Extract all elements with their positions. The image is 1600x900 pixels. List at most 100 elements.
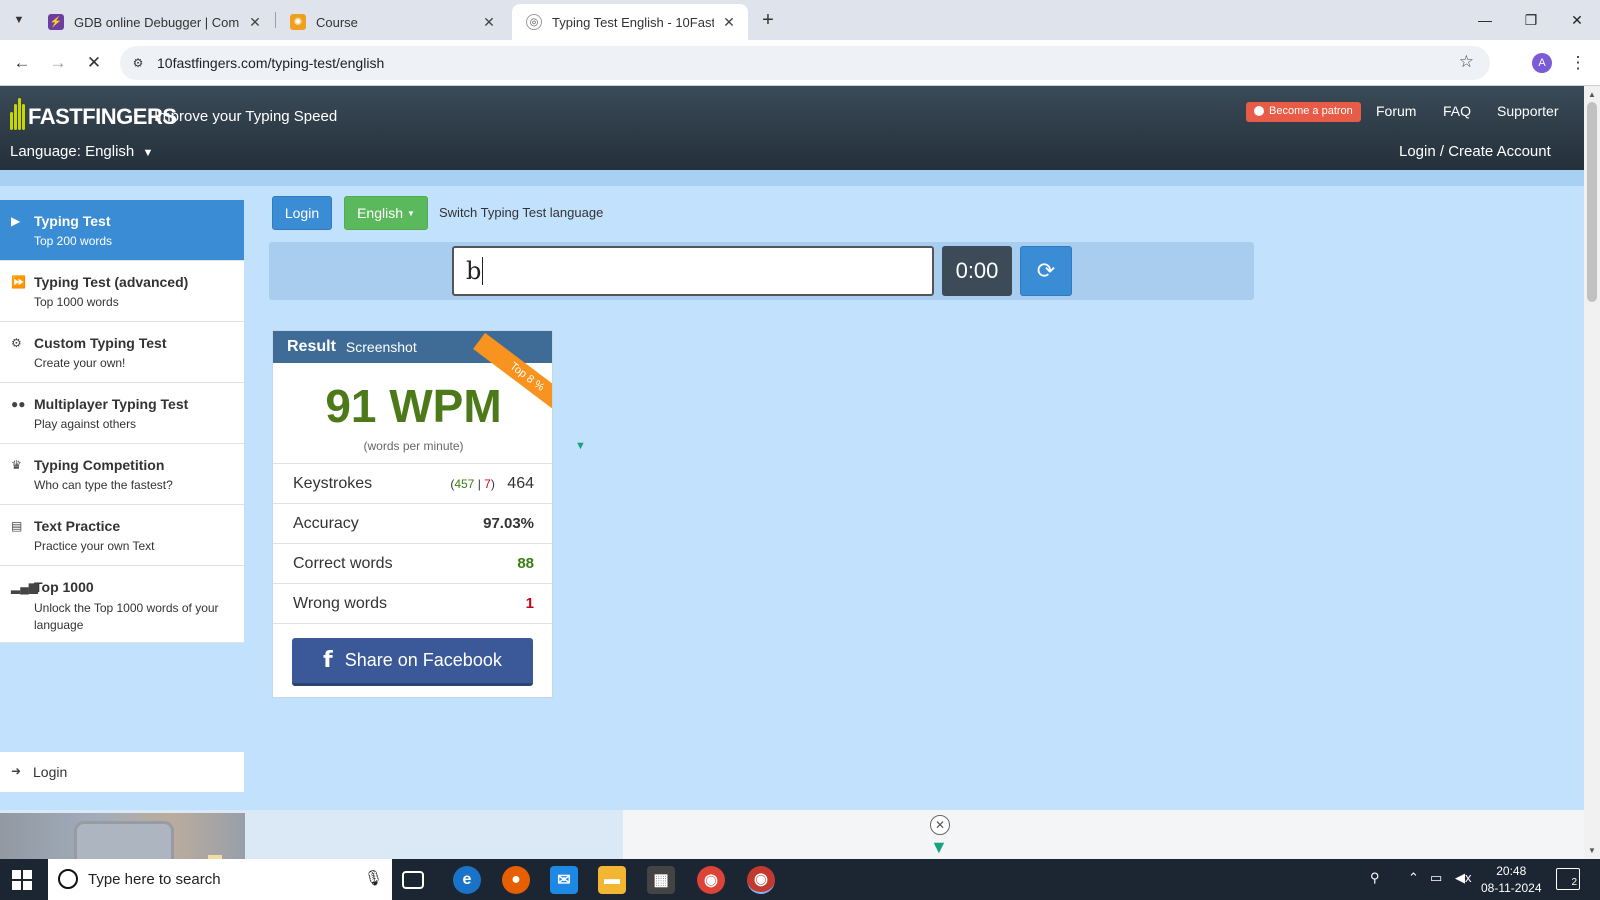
nav-faq[interactable]: FAQ bbox=[1443, 103, 1471, 119]
typing-input[interactable]: b bbox=[452, 246, 934, 296]
bookmark-star-icon[interactable]: ☆ bbox=[1459, 52, 1474, 72]
keystrokes-detail: (457 | 7) bbox=[450, 476, 495, 491]
sidebar-item-title: Typing Competition bbox=[34, 457, 165, 473]
ad-banner[interactable] bbox=[623, 810, 1584, 859]
task-view-icon[interactable] bbox=[402, 871, 424, 889]
typed-text: b bbox=[466, 257, 482, 285]
close-icon[interactable]: ✕ bbox=[480, 13, 498, 31]
trophy-icon: ♛ bbox=[11, 458, 22, 472]
network-icon[interactable]: ▭ bbox=[1430, 870, 1442, 886]
sidebar-item-title: Top 1000 bbox=[34, 579, 94, 595]
sign-in-icon: ➜ bbox=[11, 764, 22, 778]
volume-muted-icon[interactable]: ◀x bbox=[1455, 870, 1472, 886]
sidebar-item-custom-typing-test[interactable]: ⚙ Custom Typing Test Create your own! bbox=[0, 322, 244, 383]
keystrokes-row: Keystrokes (457 | 7) 464 bbox=[273, 463, 552, 503]
browser-tab-course[interactable]: ✺ Course ✕ bbox=[276, 4, 508, 40]
accuracy-value: 97.03% bbox=[483, 515, 534, 532]
nav-supporter[interactable]: Supporter bbox=[1497, 103, 1558, 119]
keystrokes-values: (457 | 7) 464 bbox=[450, 475, 534, 493]
sidebar-item-typing-competition[interactable]: ♛ Typing Competition Who can type the fa… bbox=[0, 444, 244, 505]
sidebar-login-label: Login bbox=[33, 764, 68, 780]
result-divider bbox=[273, 623, 552, 624]
url-text[interactable]: 10fastfingers.com/typing-test/english bbox=[157, 55, 384, 71]
restore-icon[interactable]: ❐ bbox=[1508, 6, 1554, 34]
forward-arrow-icon[interactable]: → bbox=[46, 51, 70, 75]
tab-search-chevron-icon[interactable]: ▼ bbox=[8, 9, 30, 31]
language-selector[interactable]: Language: English ▼ bbox=[10, 143, 153, 160]
taskbar-search-box[interactable]: Type here to search 🎙 bbox=[48, 859, 392, 900]
browser-menu-icon[interactable]: ⋮ bbox=[1568, 51, 1588, 75]
fast-forward-icon: ⏩ bbox=[11, 275, 26, 289]
course-icon: ✺ bbox=[290, 14, 306, 30]
new-tab-button[interactable]: + bbox=[756, 8, 780, 32]
sidebar-item-multiplayer[interactable]: ●● Multiplayer Typing Test Play against … bbox=[0, 383, 244, 444]
file-explorer-icon[interactable]: ▬ bbox=[598, 866, 626, 894]
minimize-icon[interactable]: — bbox=[1462, 6, 1508, 34]
chevron-up-icon[interactable]: ⌃ bbox=[1408, 870, 1419, 886]
sidebar-item-text-practice[interactable]: ▤ Text Practice Practice your own Text bbox=[0, 505, 244, 566]
wrong-words-row: Wrong words 1 bbox=[273, 583, 552, 623]
sidebar-item-subtitle: Who can type the fastest? bbox=[34, 478, 173, 492]
scroll-thumb[interactable] bbox=[1587, 102, 1597, 302]
microphone-icon[interactable]: 🎙 bbox=[364, 869, 383, 887]
document-icon: ▤ bbox=[11, 519, 23, 533]
site-logo[interactable]: FASTFINGERS bbox=[10, 90, 177, 130]
keystrokes-separator: | bbox=[474, 476, 485, 491]
ad-brand-icon: ▼ bbox=[930, 837, 948, 857]
chrome-profile-icon[interactable]: ◉ bbox=[747, 866, 775, 894]
site-info-icon[interactable]: ⚙ bbox=[126, 51, 150, 75]
bottom-ad-strip bbox=[0, 810, 1584, 859]
profile-avatar[interactable]: A bbox=[1532, 53, 1552, 73]
sidebar-nav: ▶ Typing Test Top 200 words ⏩ Typing Tes… bbox=[0, 200, 244, 643]
edge-icon[interactable]: e bbox=[453, 866, 481, 894]
sidebar-item-title: Typing Test bbox=[34, 213, 111, 229]
chrome-icon[interactable]: ◉ bbox=[697, 866, 725, 894]
close-icon[interactable]: ✕ bbox=[246, 13, 264, 31]
become-patron-button[interactable]: Become a patron bbox=[1246, 102, 1361, 122]
address-bar[interactable]: ⚙ 10fastfingers.com/typing-test/english … bbox=[120, 46, 1490, 80]
browser-tab-typing-test[interactable]: ◎ Typing Test English - 10FastFing ✕ bbox=[512, 4, 748, 40]
mail-icon[interactable]: ✉ bbox=[550, 866, 578, 894]
signal-icon: ▂▄▆ bbox=[11, 580, 38, 594]
sidebar-item-typing-test[interactable]: ▶ Typing Test Top 200 words bbox=[0, 200, 244, 261]
refresh-icon[interactable]: ⟳ bbox=[1020, 246, 1072, 296]
switch-language-text: Switch Typing Test language bbox=[439, 205, 604, 220]
browser-tab-strip: ▼ ⚡ GDB online Debugger | Compile ✕ ✺ Co… bbox=[0, 0, 1600, 40]
notification-center-icon[interactable]: 2 bbox=[1556, 868, 1580, 890]
login-create-account-link[interactable]: Login / Create Account bbox=[1399, 143, 1551, 160]
ad-close-icon[interactable]: ✕ bbox=[930, 815, 950, 835]
close-window-icon[interactable]: ✕ bbox=[1554, 6, 1600, 34]
accuracy-label: Accuracy bbox=[293, 514, 359, 532]
tab-title: GDB online Debugger | Compile bbox=[74, 14, 240, 30]
tab-title: Typing Test English - 10FastFing bbox=[552, 14, 714, 30]
sidebar-item-title: Custom Typing Test bbox=[34, 335, 167, 351]
sidebar-login[interactable]: ➜ Login bbox=[0, 752, 244, 792]
facebook-icon: f bbox=[323, 648, 333, 673]
scroll-up-arrow-icon[interactable]: ▲ bbox=[1588, 90, 1596, 99]
windows-start-icon[interactable] bbox=[12, 870, 32, 890]
browser-tab-gdb[interactable]: ⚡ GDB online Debugger | Compile ✕ bbox=[34, 4, 274, 40]
firefox-icon[interactable]: ● bbox=[502, 866, 530, 894]
back-arrow-icon[interactable]: ← bbox=[10, 51, 34, 75]
people-icon[interactable]: ⚲ bbox=[1370, 870, 1380, 886]
language-selector-label: Language: English bbox=[10, 143, 135, 160]
store-icon[interactable]: ▦ bbox=[647, 866, 675, 894]
scroll-down-arrow-icon[interactable]: ▼ bbox=[1588, 846, 1596, 855]
stop-loading-icon[interactable]: ✕ bbox=[82, 51, 106, 75]
close-icon[interactable]: ✕ bbox=[720, 13, 738, 31]
screenshot-link[interactable]: Screenshot bbox=[346, 339, 417, 355]
taskbar-search-placeholder: Type here to search bbox=[88, 871, 221, 888]
keystrokes-total: 464 bbox=[507, 474, 534, 492]
nav-forum[interactable]: Forum bbox=[1376, 103, 1416, 119]
share-facebook-label: Share on Facebook bbox=[344, 650, 502, 670]
page-scrollbar[interactable]: ▲ ▼ bbox=[1584, 86, 1600, 859]
gdb-icon: ⚡ bbox=[48, 14, 64, 30]
sidebar-item-typing-test-advanced[interactable]: ⏩ Typing Test (advanced) Top 1000 words bbox=[0, 261, 244, 322]
taskbar-clock[interactable]: 20:48 08-11-2024 bbox=[1481, 863, 1542, 897]
login-button[interactable]: Login bbox=[272, 196, 332, 230]
share-facebook-button[interactable]: f Share on Facebook bbox=[292, 638, 533, 686]
sidebar-item-title: Multiplayer Typing Test bbox=[34, 396, 189, 412]
result-box: Result Screenshot Top 8 % 91 WPM (words … bbox=[272, 330, 553, 698]
sidebar-item-top-1000[interactable]: ▂▄▆ Top 1000 Unlock the Top 1000 words o… bbox=[0, 566, 244, 643]
language-dropdown-button[interactable]: English ▼ bbox=[344, 196, 428, 230]
